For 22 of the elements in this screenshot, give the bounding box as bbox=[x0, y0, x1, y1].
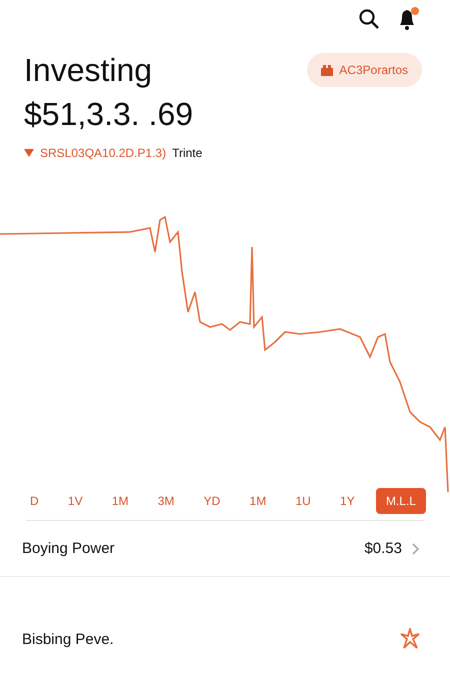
gift-icon bbox=[321, 64, 334, 76]
range-tab[interactable]: YD bbox=[196, 488, 228, 514]
balance: $51,3.3. .69 bbox=[24, 95, 194, 134]
rewards-label: AC3Porartos bbox=[339, 63, 408, 77]
row-value: $0.53 bbox=[364, 540, 402, 557]
change-period: Trinte bbox=[172, 146, 202, 160]
sparkle-icon[interactable] bbox=[400, 628, 420, 650]
row-label: Bisbing Peve. bbox=[22, 630, 115, 648]
row-label: Boying Power bbox=[22, 540, 116, 557]
range-tab[interactable]: 1M bbox=[242, 488, 274, 514]
range-tab[interactable]: 1Y bbox=[332, 488, 363, 514]
range-tab[interactable]: 1M bbox=[104, 488, 136, 514]
range-tab[interactable]: 1V bbox=[60, 488, 91, 514]
rewards-button[interactable]: AC3Porartos bbox=[307, 53, 422, 87]
change-value: SRSL03QA10.2D.P1.3) bbox=[40, 146, 166, 160]
range-tab[interactable]: 3M bbox=[150, 488, 182, 514]
page-title: Investing bbox=[24, 51, 154, 90]
down-triangle-icon bbox=[24, 149, 34, 157]
search-icon[interactable] bbox=[358, 8, 380, 30]
range-tab[interactable]: 1U bbox=[287, 488, 319, 514]
range-tab[interactable]: D bbox=[22, 488, 47, 514]
range-tab[interactable]: M.L.L bbox=[376, 488, 426, 514]
